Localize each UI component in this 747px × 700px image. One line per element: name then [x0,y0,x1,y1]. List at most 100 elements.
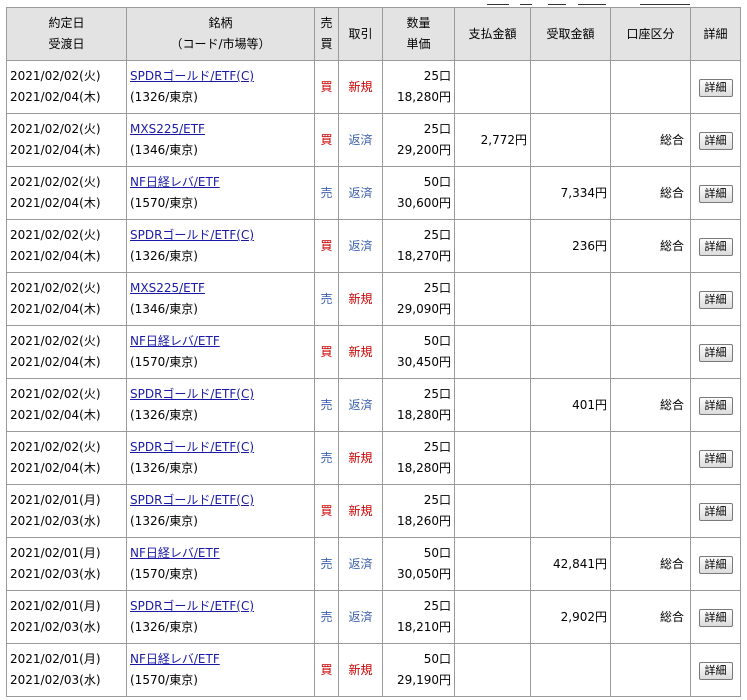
pay-amount [454,60,531,114]
table-row: 2021/02/02(火) 2021/02/04(木) SPDRゴールド/ETF… [6,378,741,432]
settle-date: 2021/02/04(木) [10,196,101,210]
stock-name-link[interactable]: MXS225/ETF [130,281,205,295]
cropped-top-controls [0,0,747,7]
stock-cell: NF日経レバ/ETF (1570/東京) [126,643,315,697]
side-cell: 買 [314,643,339,697]
qty-price-cell: 25口 18,210円 [382,590,455,644]
detail-cell: 詳細 [690,113,741,167]
account-type: 総合 [610,166,691,220]
pay-amount [454,643,531,697]
side-cell: 売 [314,166,339,220]
settle-date: 2021/02/03(水) [10,514,101,528]
detail-button[interactable]: 詳細 [698,608,733,627]
unit-price: 18,280円 [397,408,451,422]
stock-name-link[interactable]: NF日経レバ/ETF [130,652,220,666]
receive-amount [530,325,611,379]
account-type [610,484,691,538]
trade-date: 2021/02/02(火) [10,175,101,189]
quantity: 25口 [423,281,451,295]
date-cell: 2021/02/01(月) 2021/02/03(水) [6,537,127,591]
qty-price-cell: 25口 29,090円 [382,272,455,326]
account-type: 総合 [610,590,691,644]
header-account: 口座区分 [610,7,691,61]
detail-cell: 詳細 [690,325,741,379]
pay-amount [454,272,531,326]
quantity: 50口 [423,546,451,560]
stock-name-link[interactable]: SPDRゴールド/ETF(C) [130,69,254,83]
trade-date: 2021/02/02(火) [10,69,101,83]
stock-name-link[interactable]: SPDRゴールド/ETF(C) [130,228,254,242]
detail-button[interactable]: 詳細 [698,237,733,256]
stock-cell: SPDRゴールド/ETF(C) (1326/東京) [126,219,315,273]
stock-name-link[interactable]: SPDRゴールド/ETF(C) [130,599,254,613]
detail-button[interactable]: 詳細 [698,131,733,150]
cropped-control-fragment [640,0,690,5]
pay-amount: 2,772円 [454,113,531,167]
stock-name-link[interactable]: NF日経レバ/ETF [130,546,220,560]
unit-price: 29,200円 [397,143,451,157]
quantity: 25口 [423,387,451,401]
trade-date: 2021/02/01(月) [10,599,101,613]
detail-cell: 詳細 [690,537,741,591]
stock-cell: SPDRゴールド/ETF(C) (1326/東京) [126,60,315,114]
stock-code: (1326/東京) [130,249,198,263]
trade-history-page: 約定日 受渡日 銘柄 （コード/市場等） 売 買 取引 数量 単価 支払金額 受… [0,0,747,700]
stock-name-link[interactable]: SPDRゴールド/ETF(C) [130,493,254,507]
table-row: 2021/02/02(火) 2021/02/04(木) SPDRゴールド/ETF… [6,431,741,485]
table-row: 2021/02/02(火) 2021/02/04(木) MXS225/ETF (… [6,113,741,167]
unit-price: 18,280円 [397,461,451,475]
stock-name-link[interactable]: NF日経レバ/ETF [130,175,220,189]
trade-date: 2021/02/01(月) [10,546,101,560]
stock-name-link[interactable]: SPDRゴールド/ETF(C) [130,440,254,454]
receive-amount [530,484,611,538]
stock-name-link[interactable]: NF日経レバ/ETF [130,334,220,348]
cropped-control-fragment [578,0,606,5]
type-cell: 新規 [338,325,383,379]
detail-button[interactable]: 詳細 [698,184,733,203]
detail-button[interactable]: 詳細 [698,78,733,97]
detail-cell: 詳細 [690,484,741,538]
stock-name-link[interactable]: MXS225/ETF [130,122,205,136]
header-type: 取引 [338,7,383,61]
stock-code: (1326/東京) [130,514,198,528]
date-cell: 2021/02/02(火) 2021/02/04(木) [6,325,127,379]
side-cell: 買 [314,219,339,273]
detail-button[interactable]: 詳細 [698,449,733,468]
quantity: 25口 [423,440,451,454]
pay-amount [454,378,531,432]
detail-cell: 詳細 [690,590,741,644]
date-cell: 2021/02/02(火) 2021/02/04(木) [6,219,127,273]
date-cell: 2021/02/02(火) 2021/02/04(木) [6,431,127,485]
unit-price: 18,270円 [397,249,451,263]
pay-amount [454,325,531,379]
quantity: 25口 [423,493,451,507]
receive-amount [530,272,611,326]
header-qty: 数量 単価 [382,7,455,61]
account-type: 総合 [610,113,691,167]
detail-button[interactable]: 詳細 [698,343,733,362]
pay-amount [454,484,531,538]
stock-cell: MXS225/ETF (1346/東京) [126,272,315,326]
table-row: 2021/02/02(火) 2021/02/04(木) SPDRゴールド/ETF… [6,60,741,114]
date-cell: 2021/02/02(火) 2021/02/04(木) [6,60,127,114]
header-detail: 詳細 [690,7,741,61]
detail-button[interactable]: 詳細 [698,661,733,680]
detail-cell: 詳細 [690,643,741,697]
qty-price-cell: 50口 30,050円 [382,537,455,591]
stock-name-link[interactable]: SPDRゴールド/ETF(C) [130,387,254,401]
detail-button[interactable]: 詳細 [698,555,733,574]
detail-button[interactable]: 詳細 [698,290,733,309]
qty-price-cell: 25口 18,280円 [382,60,455,114]
header-stock: 銘柄 （コード/市場等） [126,7,315,61]
table-row: 2021/02/02(火) 2021/02/04(木) NF日経レバ/ETF (… [6,166,741,220]
detail-button[interactable]: 詳細 [698,502,733,521]
detail-button[interactable]: 詳細 [698,396,733,415]
settle-date: 2021/02/04(木) [10,461,101,475]
qty-price-cell: 50口 30,600円 [382,166,455,220]
stock-cell: NF日経レバ/ETF (1570/東京) [126,537,315,591]
settle-date: 2021/02/04(木) [10,408,101,422]
receive-amount [530,113,611,167]
table-row: 2021/02/01(月) 2021/02/03(水) SPDRゴールド/ETF… [6,590,741,644]
trade-date: 2021/02/02(火) [10,122,101,136]
qty-price-cell: 50口 30,450円 [382,325,455,379]
